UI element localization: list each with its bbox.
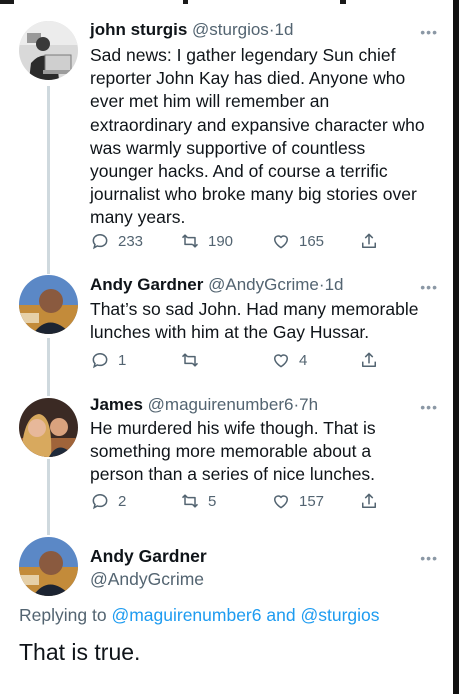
thread-line <box>47 459 50 535</box>
retweet-icon <box>181 234 199 248</box>
share-button[interactable] <box>359 491 379 511</box>
tweet-actions: 233 190 165 <box>90 231 390 253</box>
tweet-text-line: many years. <box>90 207 186 228</box>
reply-count: 1 <box>118 351 127 369</box>
mention-link[interactable]: @sturgios <box>300 605 379 625</box>
author-handle[interactable]: @AndyGcrime <box>90 569 204 590</box>
tweet-header: Andy Gardner @AndyGcrime·1d <box>90 275 343 295</box>
like-count: 4 <box>299 351 308 369</box>
tweet-header: john sturgis @sturgios·1d <box>90 20 293 40</box>
like-button[interactable]: 4 <box>271 350 307 370</box>
replying-to: Replying to @maguirenumber6 and @sturgio… <box>19 605 380 626</box>
tweet-text-line: person than a series of nice lunches. <box>90 464 376 485</box>
cropped-top-strip <box>0 0 459 8</box>
more-icon[interactable]: ••• <box>420 24 438 40</box>
author-name[interactable]: James <box>90 395 143 414</box>
author-handle[interactable]: @AndyGcrime <box>208 275 319 294</box>
tweet-text-line: He murdered his wife though. That is <box>90 418 376 438</box>
retweet-button[interactable]: 5 <box>180 491 216 511</box>
author-name[interactable]: Andy Gardner <box>90 275 203 294</box>
avatar[interactable] <box>19 537 78 596</box>
like-icon <box>273 235 289 249</box>
author-handle[interactable]: @sturgios <box>192 20 269 39</box>
avatar[interactable] <box>19 275 78 334</box>
like-button[interactable]: 165 <box>271 231 324 251</box>
more-icon[interactable]: ••• <box>420 550 438 566</box>
reply-icon <box>92 233 108 250</box>
replying-to-prefix: Replying to <box>19 605 107 625</box>
reply-button[interactable]: 2 <box>90 491 126 511</box>
tweet-text-line: was warmly supportive of countless <box>90 137 366 158</box>
like-icon <box>273 354 289 368</box>
like-count: 165 <box>299 232 325 250</box>
retweet-icon <box>181 494 199 508</box>
more-icon[interactable]: ••• <box>420 279 438 295</box>
share-button[interactable] <box>359 231 379 251</box>
thread-line <box>47 338 50 396</box>
share-icon <box>362 233 376 248</box>
timestamp[interactable]: 1d <box>274 20 293 39</box>
timestamp[interactable]: 7h <box>299 395 318 414</box>
tweet-header: James @maguirenumber6·7h <box>90 395 318 415</box>
retweet-count: 5 <box>208 492 217 510</box>
retweet-button[interactable]: 190 <box>180 231 233 251</box>
reply-count: 233 <box>118 232 144 250</box>
like-icon <box>273 495 289 509</box>
tweet-text: Sad news: I gather legendary Sun chief r… <box>90 44 440 230</box>
reply-count: 2 <box>118 492 127 510</box>
more-icon[interactable]: ••• <box>420 399 438 415</box>
author-name[interactable]: john sturgis <box>90 20 187 39</box>
retweet-count: 190 <box>208 232 234 250</box>
thread-line <box>47 86 50 274</box>
like-button[interactable]: 157 <box>271 491 324 511</box>
tweet-text-line: Sad news: I gather legendary Sun chief <box>90 45 396 65</box>
tweet-text-line: journalist who broke many big stories ov… <box>90 184 417 205</box>
retweet-icon <box>181 353 199 367</box>
author-handle[interactable]: @maguirenumber6 <box>148 395 294 414</box>
retweet-button[interactable] <box>180 350 208 370</box>
avatar[interactable] <box>19 398 78 457</box>
share-icon <box>362 493 376 508</box>
tweet-text: That’s so sad John. Had many memorable l… <box>90 298 440 344</box>
tweet-text-line: lunches with him at the Gay Hussar. <box>90 322 370 343</box>
tweet-text-line: something more memorable about a <box>90 441 372 462</box>
reply-icon <box>92 493 108 510</box>
tweet-text: That is true. <box>19 639 141 665</box>
tweet-text-line: younger hacks. And of course a terrific <box>90 161 388 182</box>
tweet-text: He murdered his wife though. That is som… <box>90 417 440 487</box>
share-button[interactable] <box>359 350 379 370</box>
tweet-text-line: ever met him will remember an <box>90 91 330 112</box>
timestamp[interactable]: 1d <box>325 275 344 294</box>
tweet-text-line: extraordinary and expansive character wh… <box>90 114 425 135</box>
avatar[interactable] <box>19 21 78 80</box>
reply-button[interactable]: 233 <box>90 231 143 251</box>
reply-icon <box>92 352 108 369</box>
like-count: 157 <box>299 492 325 510</box>
share-icon <box>362 352 376 367</box>
tweet-text-line: reporter John Kay has died. Anyone who <box>90 68 406 89</box>
reply-button[interactable]: 1 <box>90 350 126 370</box>
tweet-actions: 2 5 157 <box>90 491 390 513</box>
window-edge <box>453 0 459 694</box>
mention-link[interactable]: @maguirenumber6 <box>111 605 261 625</box>
tweet-text-line: That’s so sad John. Had many memorable <box>90 299 419 319</box>
replying-and: and <box>266 605 296 625</box>
author-name[interactable]: Andy Gardner <box>90 546 207 567</box>
tweet-actions: 1 4 <box>90 350 390 372</box>
